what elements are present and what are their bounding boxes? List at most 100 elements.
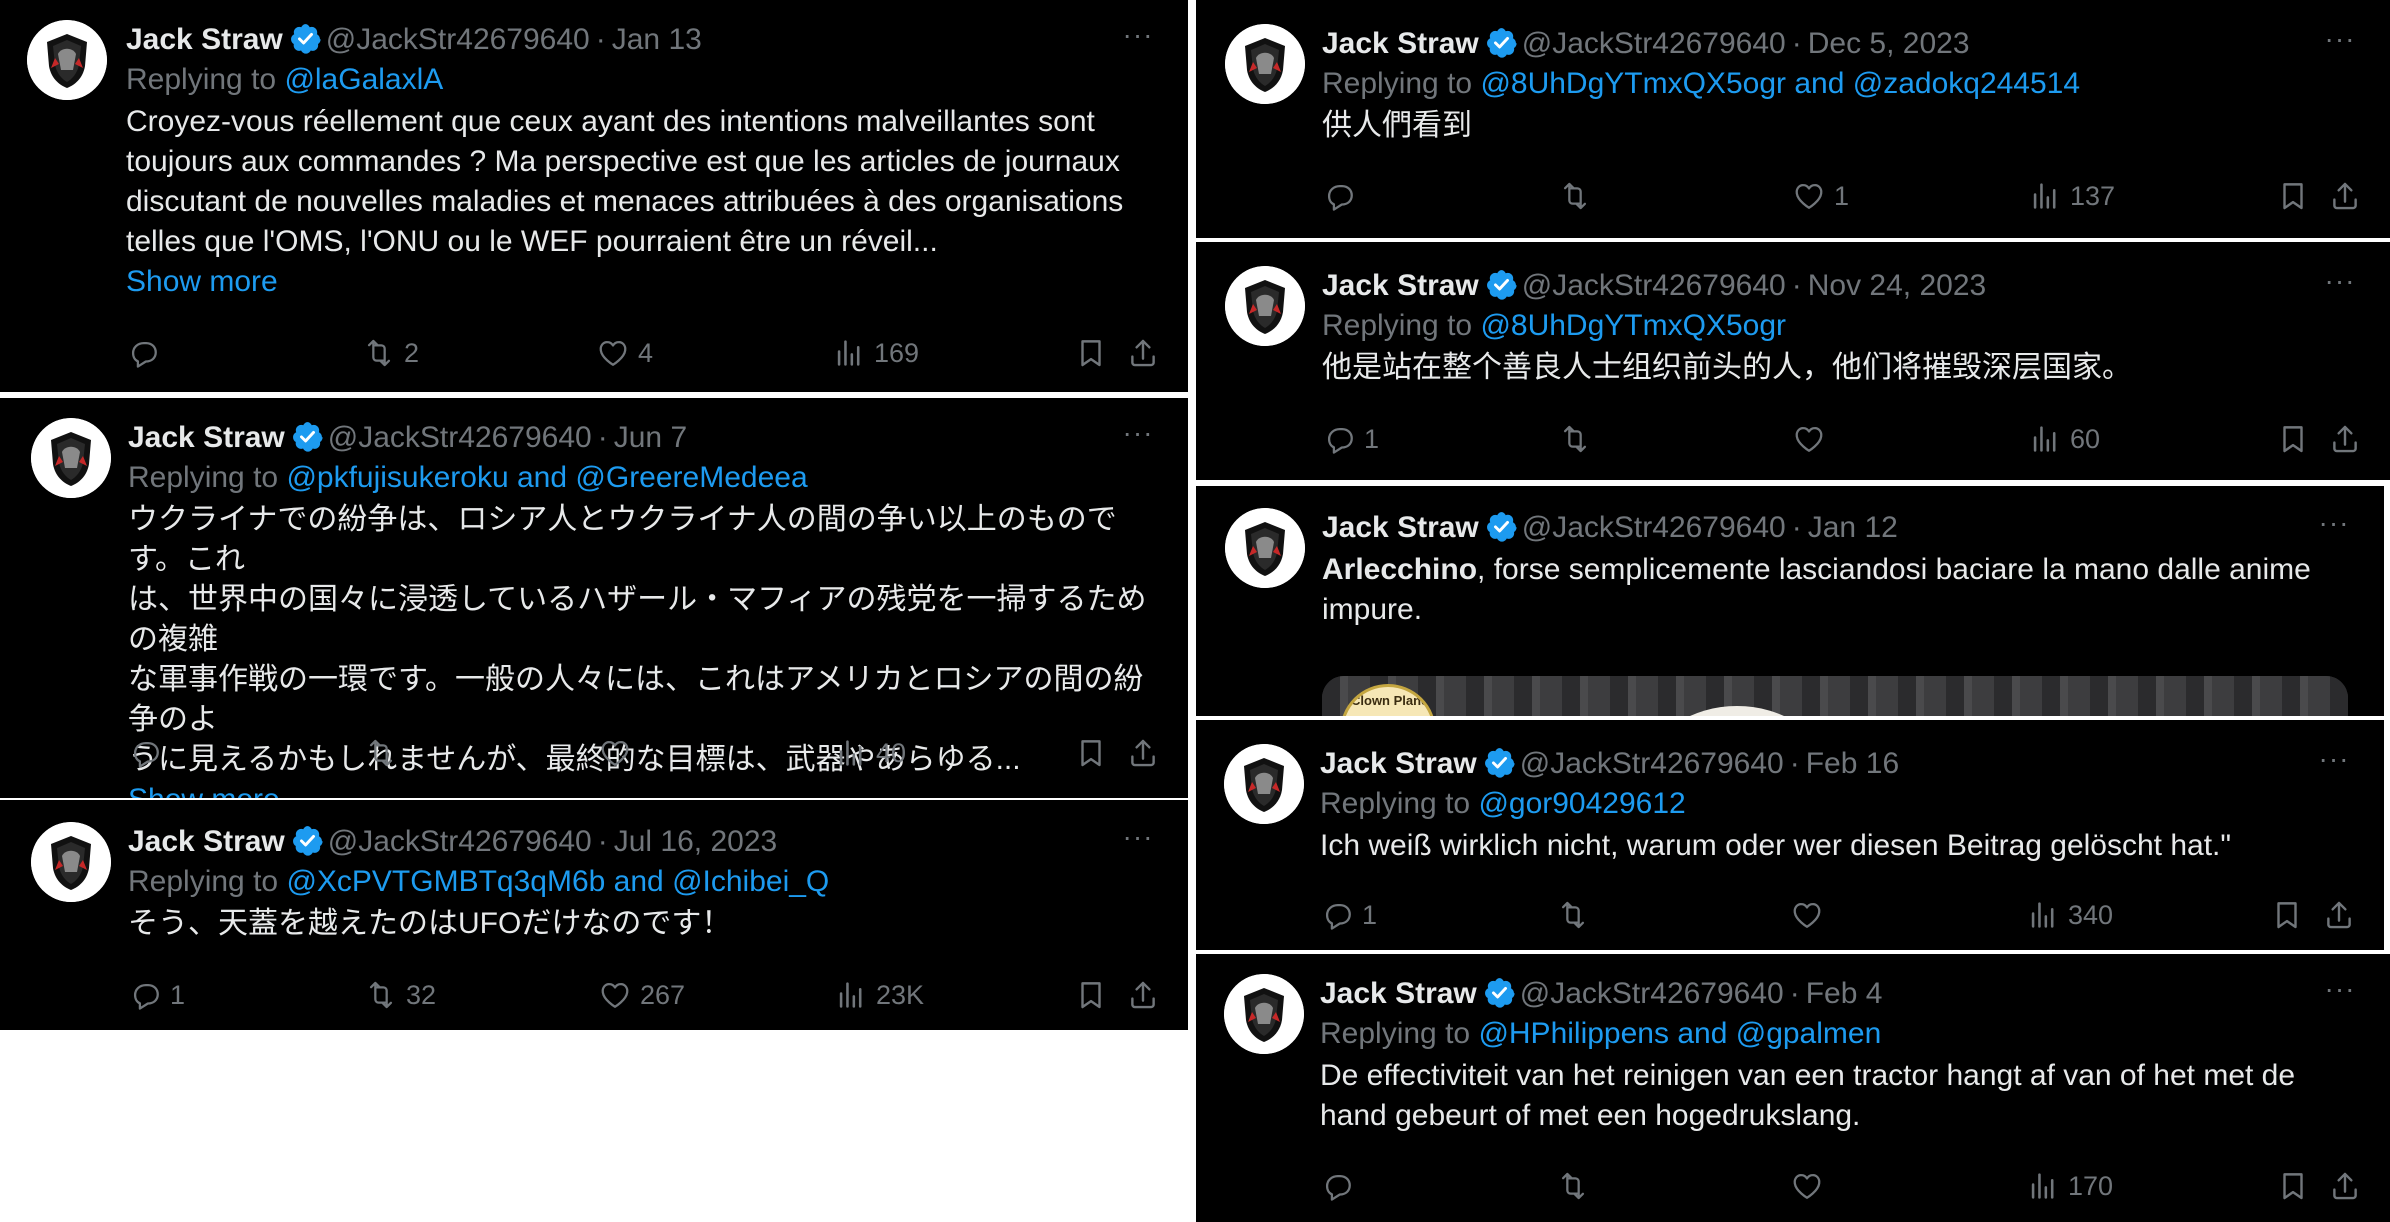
bookmark-action[interactable] <box>1074 731 1108 775</box>
mention-link[interactable]: @HPhilippens <box>1478 1017 1669 1050</box>
heart-action[interactable]: 267 <box>598 973 685 1017</box>
more-options-icon[interactable]: ··· <box>2314 508 2354 548</box>
bookmark-action[interactable] <box>2276 417 2310 461</box>
views-action[interactable]: 60 <box>2028 417 2100 461</box>
share-action[interactable] <box>2328 417 2362 461</box>
views-action[interactable]: 340 <box>2026 893 2113 937</box>
tweet-card[interactable]: Jack Straw @JackStr42679640 · Jan 13 ··· Re… <box>0 0 1188 392</box>
show-more-link[interactable]: Show more <box>128 780 1152 798</box>
tweet-card[interactable]: Jack Straw @JackStr42679640 · Jul 16, 2023 … <box>0 800 1188 1030</box>
media-image[interactable]: Clown Planet <box>1322 676 2348 716</box>
retweet-action[interactable] <box>1558 174 1600 218</box>
mention-link[interactable]: @gpalmen <box>1736 1017 1882 1050</box>
author-name[interactable]: Jack Straw <box>1322 511 1479 544</box>
mention-link[interactable]: @Ichibei_Q <box>672 865 829 898</box>
retweet-action[interactable] <box>1556 893 1598 937</box>
views-action[interactable]: 23K <box>834 973 924 1017</box>
author-name[interactable]: Jack Straw <box>1320 747 1477 780</box>
author-handle[interactable]: @JackStr42679640 <box>328 825 592 858</box>
retweet-action[interactable] <box>1558 417 1600 461</box>
heart-action[interactable] <box>1792 417 1834 461</box>
share-action[interactable] <box>2328 1164 2362 1208</box>
mention-link[interactable]: @XcPVTGMBTq3qM6b <box>286 865 605 898</box>
author-name[interactable]: Jack Straw <box>126 23 283 56</box>
author-name[interactable]: Jack Straw <box>128 825 285 858</box>
share-action[interactable] <box>2328 174 2362 218</box>
tweet-date[interactable]: Feb 16 <box>1806 747 1899 780</box>
bold-name[interactable]: Arlecchino <box>1322 553 1477 586</box>
tweet-card[interactable]: Jack Straw @JackStr42679640 · Jun 7 ··· Rep… <box>0 398 1188 798</box>
more-options-icon[interactable]: ··· <box>2320 974 2360 1014</box>
heart-action[interactable]: 1 <box>1792 174 1849 218</box>
share-action[interactable] <box>1126 331 1160 375</box>
avatar[interactable] <box>1225 508 1305 588</box>
avatar[interactable] <box>31 822 111 902</box>
more-options-icon[interactable]: ··· <box>1118 20 1158 60</box>
more-options-icon[interactable]: ··· <box>2320 24 2360 64</box>
author-name[interactable]: Jack Straw <box>1322 27 1479 60</box>
share-action[interactable] <box>1126 973 1160 1017</box>
more-options-icon[interactable]: ··· <box>1118 822 1158 862</box>
retweet-action[interactable]: 32 <box>364 973 436 1017</box>
views-action[interactable]: 169 <box>832 331 919 375</box>
avatar[interactable] <box>1225 24 1305 104</box>
author-handle[interactable]: @JackStr42679640 <box>1522 269 1786 302</box>
avatar[interactable] <box>1224 744 1304 824</box>
tweet-card[interactable]: Jack Straw @JackStr42679640 · Feb 16 ··· Re… <box>1196 720 2384 950</box>
reply-action[interactable]: 1 <box>128 973 185 1017</box>
show-more-link[interactable]: Show more <box>126 262 1152 302</box>
share-action[interactable] <box>1126 731 1160 775</box>
retweet-action[interactable]: 2 <box>362 331 419 375</box>
author-handle[interactable]: @JackStr42679640 <box>1520 747 1784 780</box>
views-action[interactable]: 40 <box>834 731 906 775</box>
tweet-date[interactable]: Jul 16, 2023 <box>614 825 777 858</box>
reply-action[interactable]: 1 <box>1320 893 1377 937</box>
tweet-date[interactable]: Jan 13 <box>612 23 702 56</box>
bookmark-action[interactable] <box>2276 1164 2310 1208</box>
bookmark-action[interactable] <box>1074 973 1108 1017</box>
share-action[interactable] <box>2322 893 2356 937</box>
tweet-date[interactable]: Nov 24, 2023 <box>1808 269 1986 302</box>
retweet-action[interactable] <box>1556 1164 1598 1208</box>
views-action[interactable]: 137 <box>2028 174 2115 218</box>
reply-action[interactable] <box>1320 1164 1362 1208</box>
tweet-card[interactable]: Jack Straw @JackStr42679640 · Nov 24, 2023 … <box>1196 242 2390 480</box>
author-handle[interactable]: @JackStr42679640 <box>328 421 592 454</box>
tweet-date[interactable]: Feb 4 <box>1806 977 1883 1010</box>
author-name[interactable]: Jack Straw <box>128 421 285 454</box>
avatar[interactable] <box>31 418 111 498</box>
avatar[interactable] <box>1225 266 1305 346</box>
author-handle[interactable]: @JackStr42679640 <box>326 23 590 56</box>
reply-action[interactable] <box>1322 174 1364 218</box>
author-handle[interactable]: @JackStr42679640 <box>1522 27 1786 60</box>
heart-action[interactable] <box>1790 893 1832 937</box>
mention-link[interactable]: @laGalaxlA <box>284 63 443 96</box>
tweet-date[interactable]: Jan 12 <box>1808 511 1898 544</box>
avatar[interactable] <box>27 20 107 100</box>
tweet-card[interactable]: Jack Straw @JackStr42679640 · Jan 12 ··· Ar… <box>1196 486 2384 716</box>
author-handle[interactable]: @JackStr42679640 <box>1522 511 1786 544</box>
heart-action[interactable] <box>598 731 640 775</box>
mention-link[interactable]: @zadokq244514 <box>1853 67 2080 100</box>
tweet-date[interactable]: Jun 7 <box>614 421 687 454</box>
heart-action[interactable]: 4 <box>596 331 653 375</box>
reply-action[interactable] <box>126 331 168 375</box>
tweet-date[interactable]: Dec 5, 2023 <box>1808 27 1970 60</box>
more-options-icon[interactable]: ··· <box>2314 744 2354 784</box>
more-options-icon[interactable]: ··· <box>2320 266 2360 306</box>
mention-link[interactable]: @8UhDgYTmxQX5ogr <box>1480 67 1786 100</box>
tweet-card[interactable]: Jack Straw @JackStr42679640 · Feb 4 ··· Rep… <box>1196 954 2390 1222</box>
mention-link[interactable]: @pkfujisukeroku <box>286 461 508 494</box>
author-handle[interactable]: @JackStr42679640 <box>1520 977 1784 1010</box>
more-options-icon[interactable]: ··· <box>1118 418 1158 458</box>
tweet-card[interactable]: Jack Straw @JackStr42679640 · Dec 5, 2023 ·… <box>1196 0 2390 238</box>
mention-link[interactable]: @GreereMedeea <box>575 461 807 494</box>
bookmark-action[interactable] <box>2276 174 2310 218</box>
bookmark-action[interactable] <box>2270 893 2304 937</box>
reply-action[interactable]: 1 <box>1322 417 1379 461</box>
retweet-action[interactable] <box>364 731 406 775</box>
mention-link[interactable]: @gor90429612 <box>1478 787 1685 820</box>
heart-action[interactable] <box>1790 1164 1832 1208</box>
avatar[interactable] <box>1224 974 1304 1054</box>
author-name[interactable]: Jack Straw <box>1322 269 1479 302</box>
